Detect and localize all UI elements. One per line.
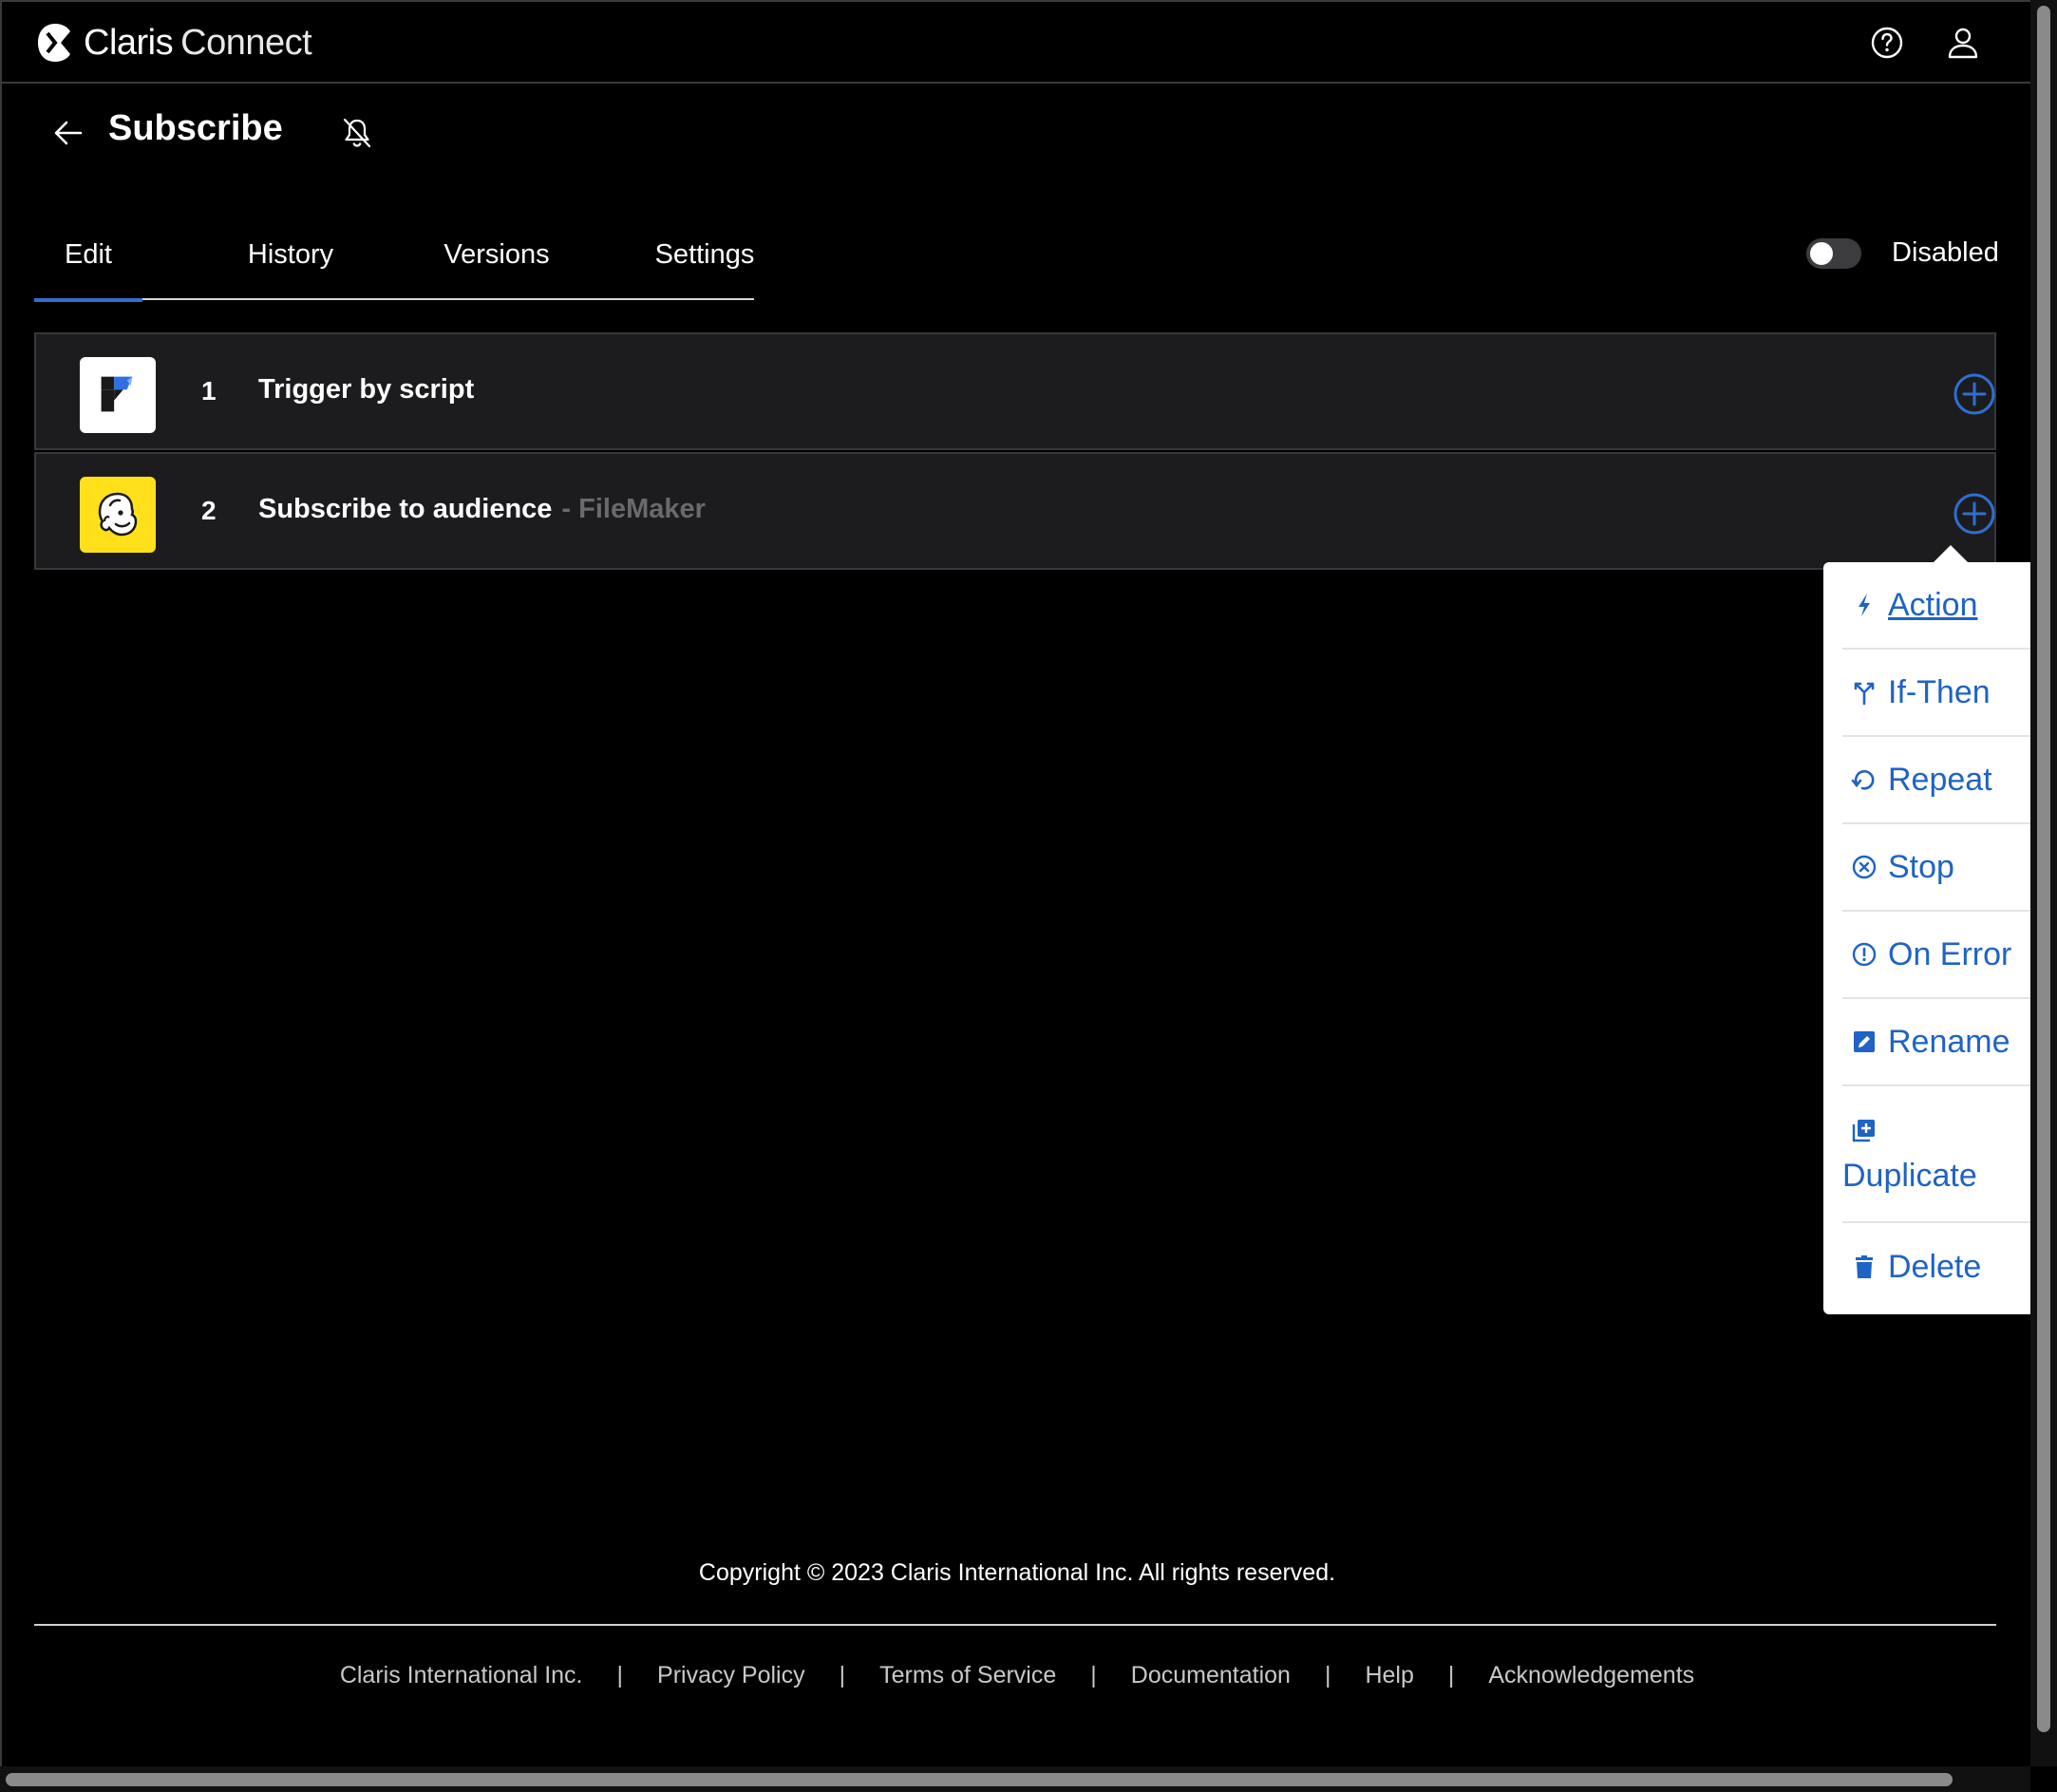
tab-history[interactable]: History — [205, 239, 376, 296]
menu-item-label: If-Then — [1888, 673, 1991, 710]
scrollbar-thumb[interactable] — [6, 1773, 1953, 1786]
tab-settings[interactable]: Settings — [610, 239, 800, 296]
scrollbar-thumb[interactable] — [2037, 6, 2050, 1732]
footer-separator: | — [616, 1662, 624, 1688]
bell-off-icon[interactable] — [340, 116, 374, 150]
horizontal-scrollbar[interactable] — [0, 1766, 2030, 1792]
step-title-text: Subscribe to audience — [258, 494, 553, 524]
tab-label: Settings — [654, 239, 755, 270]
footer-link-help[interactable]: Help — [1365, 1662, 1413, 1689]
filemaker-icon — [80, 357, 156, 433]
account-button[interactable] — [1943, 23, 1983, 63]
tab-bar: Edit History Versions Settings — [34, 230, 754, 302]
copyright: Copyright © 2023 Claris International In… — [698, 1559, 1336, 1586]
toggle-label: Disabled — [1892, 237, 1999, 268]
step-number: 1 — [201, 376, 217, 406]
stop-circle-icon — [1848, 851, 1880, 883]
menu-item-action[interactable]: Action — [1842, 562, 2030, 650]
menu-item-if-then[interactable]: If-Then — [1842, 650, 2030, 737]
trash-icon — [1848, 1251, 1880, 1283]
menu-item-label: Duplicate — [1842, 1157, 1977, 1194]
footer-separator: | — [839, 1662, 846, 1688]
plus-circle-icon[interactable] — [1953, 492, 1996, 536]
step-number: 2 — [201, 496, 217, 525]
step-title: Subscribe to audience - FileMaker — [258, 494, 706, 525]
step-row[interactable]: 2 Subscribe to audience - FileMaker — [34, 452, 1996, 570]
tab-label: Versions — [443, 239, 550, 270]
menu-item-label: On Error — [1888, 935, 2012, 972]
toggle-knob — [1810, 241, 1833, 265]
menu-item-label: Delete — [1888, 1248, 1982, 1285]
mailchimp-icon — [80, 477, 156, 553]
footer-separator: | — [1090, 1662, 1097, 1688]
footer-link-privacy[interactable]: Privacy Policy — [657, 1662, 805, 1689]
brand-name: Claris Connect — [84, 22, 312, 64]
footer-separator: | — [1447, 1662, 1455, 1688]
question-circle-icon — [1871, 27, 1903, 59]
menu-item-label: Action — [1888, 586, 1978, 623]
brand-secondary: Connect — [180, 22, 312, 63]
menu-item-on-error[interactable]: On Error — [1842, 912, 2030, 999]
enable-toggle[interactable] — [1806, 237, 1861, 269]
page-title: Subscribe — [108, 108, 283, 148]
branch-icon — [1848, 676, 1880, 708]
arrow-left-icon[interactable] — [49, 114, 87, 152]
tab-label: History — [247, 239, 334, 270]
step-subtitle: - FileMaker — [561, 494, 706, 524]
menu-item-stop[interactable]: Stop — [1842, 824, 2030, 912]
help-button[interactable] — [1867, 23, 1907, 63]
footer-links: Claris International Inc. | Privacy Poli… — [2, 1662, 2030, 1689]
status-toggle-group: Disabled — [1806, 237, 1999, 269]
step-row[interactable]: 1 Trigger by script — [34, 332, 1996, 450]
tab-label: Edit — [65, 239, 112, 270]
menu-item-label: Repeat — [1888, 761, 1992, 798]
tab-edit[interactable]: Edit — [34, 239, 142, 302]
alert-circle-icon — [1848, 938, 1880, 971]
menu-item-rename[interactable]: Rename — [1842, 999, 2030, 1086]
user-icon — [1948, 28, 1978, 59]
flow-steps: 1 Trigger by script 2 Subscribe to audie… — [34, 332, 1996, 572]
edit-icon — [1848, 1026, 1880, 1058]
footer-divider — [34, 1624, 1996, 1626]
menu-caret — [1934, 545, 1968, 562]
footer-link-documentation[interactable]: Documentation — [1131, 1662, 1291, 1689]
app-window: Claris Connect Subscribe Edit History Ve… — [0, 0, 2030, 1766]
footer-link-acknowledgements[interactable]: Acknowledgements — [1488, 1662, 1694, 1689]
footer-separator: | — [1324, 1662, 1331, 1688]
step-title-text: Trigger by script — [258, 374, 475, 405]
add-step-menu: Action If-Then Repeat Stop On Error Rena… — [1823, 562, 2030, 1314]
plus-circle-icon[interactable] — [1953, 372, 1996, 416]
menu-item-delete[interactable]: Delete — [1842, 1223, 2030, 1311]
menu-item-label: Rename — [1888, 1023, 2010, 1060]
footer-link-claris[interactable]: Claris International Inc. — [340, 1662, 583, 1689]
vertical-scrollbar[interactable] — [2030, 0, 2057, 1766]
brand-primary: Claris — [84, 22, 174, 63]
menu-item-repeat[interactable]: Repeat — [1842, 737, 2030, 824]
step-title: Trigger by script — [258, 374, 474, 406]
bolt-icon — [1848, 589, 1880, 621]
menu-item-duplicate[interactable]: Duplicate — [1842, 1086, 2030, 1223]
brand-logo[interactable]: Claris Connect — [36, 21, 312, 65]
repeat-icon — [1848, 764, 1880, 796]
tab-versions[interactable]: Versions — [406, 239, 587, 296]
footer-link-terms[interactable]: Terms of Service — [879, 1662, 1056, 1689]
duplicate-icon — [1848, 1114, 1880, 1146]
menu-item-label: Stop — [1888, 848, 1954, 885]
top-bar: Claris Connect — [2, 2, 2030, 84]
claris-logo-icon — [38, 24, 70, 62]
